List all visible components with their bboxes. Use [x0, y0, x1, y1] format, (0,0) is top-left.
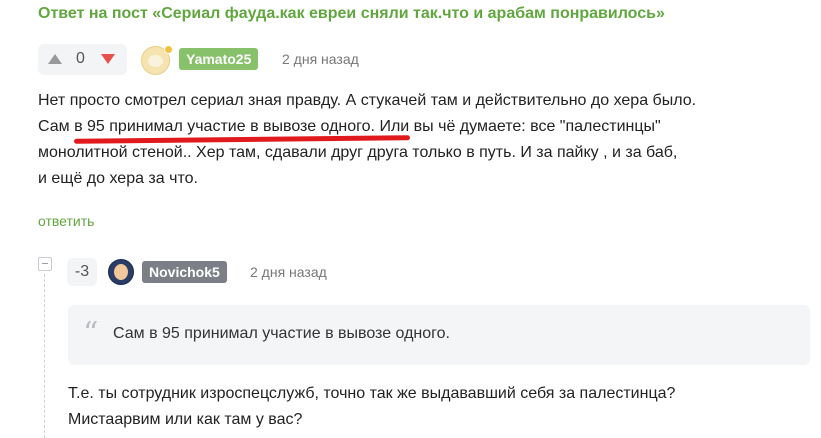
username-novichok5[interactable]: Novichok5	[142, 261, 227, 283]
comment-line: и ещё до хера за что.	[38, 170, 198, 187]
minus-icon[interactable]	[38, 257, 52, 271]
comment-line: Сам в 95 принимал участие в вывозе одног…	[38, 118, 661, 135]
comment-line: монолитной стеной.. Хер там, сдавали дру…	[38, 144, 678, 161]
status-badge	[164, 45, 173, 54]
avatar[interactable]	[108, 259, 134, 285]
reply-line: Т.е. ты сотрудник изроспецслужб, точно т…	[68, 385, 676, 402]
reply-body: Т.е. ты сотрудник изроспецслужб, точно т…	[68, 381, 808, 433]
quote-text: Сам в 95 принимал участие в вывозе одног…	[113, 325, 450, 342]
reply-line: Мистаарвим или как там у вас?	[68, 411, 303, 428]
thread-line[interactable]	[44, 274, 45, 438]
comment-timestamp[interactable]: 2 дня назад	[282, 51, 359, 67]
parent-post-link[interactable]: Ответ на пост «Сериал фауда.как евреи сн…	[38, 5, 665, 23]
vote-widget: 0	[38, 44, 127, 75]
reply-timestamp[interactable]: 2 дня назад	[250, 264, 327, 280]
reply-rating: -3	[67, 258, 97, 286]
comment-rating: 0	[76, 50, 85, 67]
quote-block: “ Сам в 95 принимал участие в вывозе одн…	[68, 305, 810, 365]
reply-button[interactable]: ответить	[38, 213, 94, 229]
quote-icon: “	[83, 316, 99, 351]
username-yamato25[interactable]: Yamato25	[179, 48, 259, 70]
arrow-up-icon[interactable]	[48, 54, 62, 64]
comment-line: Нет просто смотрел сериал зная правду. А…	[38, 92, 697, 109]
arrow-down-icon[interactable]	[101, 54, 115, 64]
